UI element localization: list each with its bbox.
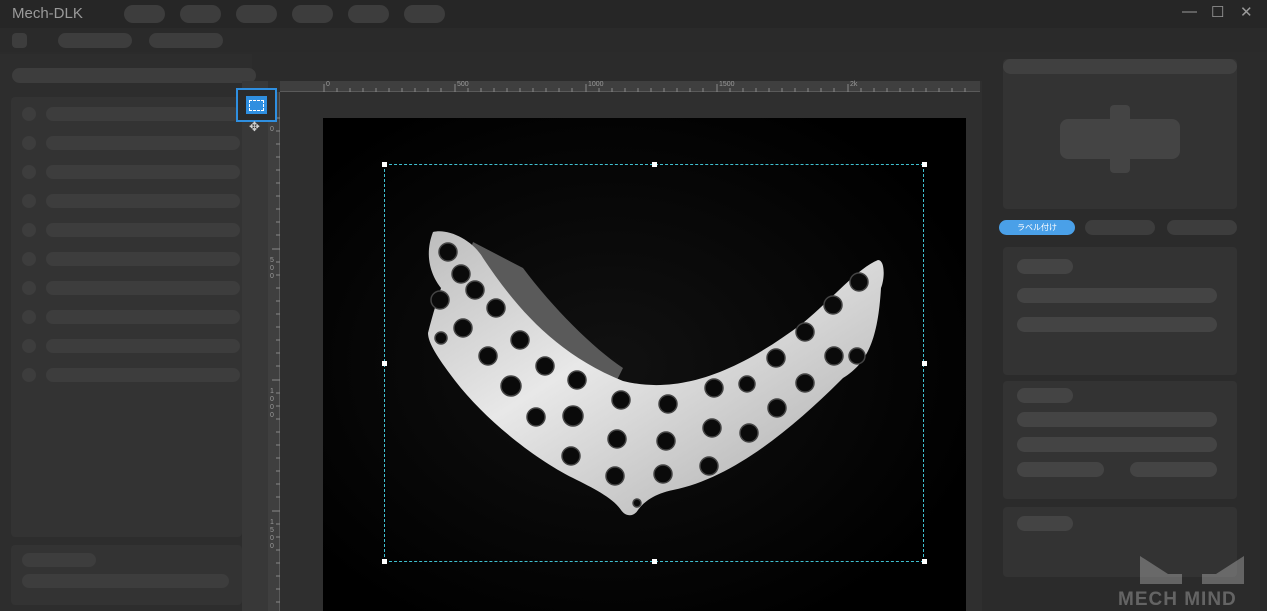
tab-2[interactable] [1085,220,1155,235]
list-item-icon [22,368,36,382]
list-item[interactable] [46,310,240,324]
list-item[interactable] [46,252,240,266]
card-title [1017,388,1073,403]
tab-labeling[interactable]: ラベル付け [999,220,1075,235]
ruler-left-label: 5 0 0 [270,257,274,280]
card-button[interactable] [1130,462,1217,477]
menu-tab-4[interactable] [292,5,333,23]
ruler-top-label: 1000 [588,81,604,88]
list-item[interactable] [46,165,240,179]
ruler-left: 0 5 0 0 1 0 0 0 1 5 0 0 [268,92,280,611]
resize-handle-br[interactable] [922,559,927,564]
ruler-top-label: 2k [850,81,858,88]
resize-handle-tr[interactable] [922,162,927,167]
list-item-icon [22,281,36,295]
rectangle-select-tool[interactable] [236,88,277,122]
maximize-icon[interactable]: ☐ [1211,3,1224,21]
resize-handle-b[interactable] [652,559,657,564]
list-item-icon [22,107,36,121]
move-icon[interactable]: ✥ [249,119,260,135]
ruler-top: 0 500 1000 1500 2k [280,81,980,92]
card-field[interactable] [1017,288,1217,303]
bounding-box[interactable] [384,164,924,562]
list-item[interactable] [46,368,240,382]
resize-handle-r[interactable] [922,361,927,366]
list-item[interactable] [46,107,240,121]
ruler-top-label: 0 [326,81,330,88]
preview-card-header [1003,59,1237,74]
resize-handle-t[interactable] [652,162,657,167]
ruler-left-label: 1 0 0 0 [270,388,274,419]
bottom-card-title [22,553,96,567]
ruler-left-label: 0 [270,126,274,133]
card-title [1017,259,1073,274]
list-item-icon [22,252,36,266]
list-item-icon [22,223,36,237]
list-item-icon [22,339,36,353]
card-field[interactable] [1017,412,1217,427]
menu-tab-3[interactable] [236,5,277,23]
ruler-left-label: 1 5 0 0 [270,519,274,550]
left-panel-header [12,68,256,83]
resize-handle-tl[interactable] [382,162,387,167]
toolbar-item-2[interactable] [149,33,223,48]
menu-tab-1[interactable] [124,5,165,23]
resize-handle-l[interactable] [382,361,387,366]
rectangle-select-icon [246,96,267,114]
list-item-icon [22,310,36,324]
toolbar-item-1[interactable] [58,33,132,48]
toolbar-button[interactable] [12,33,27,48]
menu-tab-2[interactable] [180,5,221,23]
resize-handle-bl[interactable] [382,559,387,564]
list-item[interactable] [46,136,240,150]
brand-watermark: MECH MIND [1118,552,1263,610]
list-item[interactable] [46,281,240,295]
card-field[interactable] [1017,317,1217,332]
list-item-icon [22,165,36,179]
list-item[interactable] [46,194,240,208]
ruler-top-label: 1500 [719,81,735,88]
list-item-icon [22,194,36,208]
watermark-text: MECH MIND [1118,589,1237,610]
minimize-icon[interactable]: — [1182,3,1197,20]
list-item-icon [22,136,36,150]
placeholder-icon-bar [1110,105,1130,173]
ruler-top-label: 500 [457,81,469,88]
tool-strip [242,81,268,611]
card-field[interactable] [1017,437,1217,452]
app-title: Mech-DLK [12,5,83,22]
list-item[interactable] [46,339,240,353]
menu-tab-5[interactable] [348,5,389,23]
close-icon[interactable]: ✕ [1240,3,1253,21]
menu-tab-6[interactable] [404,5,445,23]
bottom-card-line [22,574,229,588]
card-button[interactable] [1017,462,1104,477]
tab-3[interactable] [1167,220,1237,235]
card-title [1017,516,1073,531]
list-item[interactable] [46,223,240,237]
